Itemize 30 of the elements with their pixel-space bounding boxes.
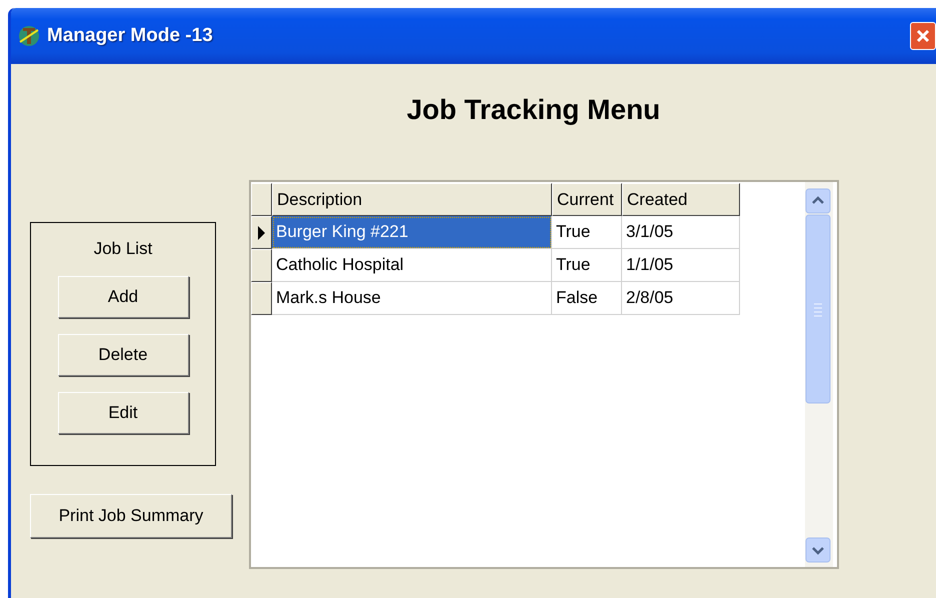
window-title: Manager Mode -13 — [47, 25, 213, 47]
scroll-thumb[interactable] — [805, 214, 831, 404]
scroll-down-button[interactable] — [805, 537, 831, 563]
row-header[interactable] — [251, 282, 272, 315]
table-cell: False — [552, 282, 622, 315]
close-button[interactable] — [910, 22, 936, 50]
table-cell: 1/1/05 — [622, 249, 740, 282]
app-icon — [17, 24, 41, 48]
row-header[interactable] — [251, 249, 272, 282]
column-header[interactable]: Created — [622, 183, 740, 216]
page-heading: Job Tracking Menu — [406, 94, 662, 127]
scroll-up-button[interactable] — [805, 188, 831, 214]
row-pointer-icon — [258, 226, 265, 240]
scrollbar[interactable] — [805, 182, 833, 567]
column-header[interactable]: Description — [272, 183, 552, 216]
print-summary-button[interactable]: Print Job Summary — [30, 494, 232, 538]
table-cell: True — [552, 216, 622, 249]
row-header[interactable] — [251, 216, 272, 249]
table-cell: Burger King #221 — [272, 216, 552, 249]
group-title: Job List — [94, 239, 152, 259]
column-header[interactable]: Current — [552, 183, 622, 216]
job-list-button[interactable]: Add — [58, 276, 188, 318]
table-cell: Mark.s House — [272, 282, 552, 315]
table-cell: Catholic Hospital — [272, 249, 552, 282]
close-icon — [916, 29, 930, 43]
job-list-button[interactable]: Delete — [58, 334, 188, 376]
table-cell: 2/8/05 — [622, 282, 740, 315]
table-cell: 3/1/05 — [622, 216, 740, 249]
job-list-button[interactable]: Edit — [58, 392, 188, 434]
table-cell: True — [552, 249, 622, 282]
